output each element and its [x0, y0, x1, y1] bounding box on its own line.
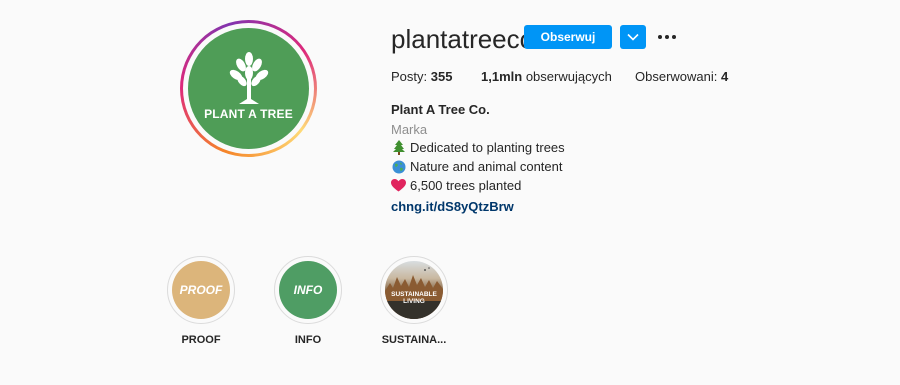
globe-icon: [391, 159, 406, 174]
forest-image-icon: [385, 267, 443, 319]
following-label: Obserwowani:: [635, 69, 718, 84]
highlight-cover-text: SUSTAINABLE LIVING: [391, 291, 437, 305]
bio-line-text: 6,500 trees planted: [410, 178, 522, 193]
posts-label: Posty:: [391, 69, 428, 84]
highlight-label: SUSTAINA...: [381, 334, 447, 346]
profile-category: Marka: [391, 122, 428, 137]
profile-avatar-ring[interactable]: PLANT A TREE: [180, 20, 317, 157]
suggested-accounts-dropdown-button[interactable]: [620, 25, 646, 49]
bio-line: Dedicated to planting trees: [391, 140, 565, 155]
dot: [658, 35, 662, 39]
bio-line: 6,500 trees planted: [391, 178, 521, 193]
posts-value: 355: [430, 69, 453, 84]
bio-line: Nature and animal content: [391, 159, 562, 174]
bio-line-text: Nature and animal content: [410, 159, 563, 174]
dot: [672, 35, 676, 39]
follow-button[interactable]: Obserwuj: [524, 25, 612, 49]
posts-count: Posty: 355: [391, 69, 452, 84]
highlight-label: INFO: [294, 334, 322, 346]
highlight-label: PROOF: [181, 334, 221, 346]
highlight-proof[interactable]: PROOF PROOF: [166, 256, 236, 346]
profile-full-name: Plant A Tree Co.: [391, 102, 490, 117]
tree-logo-icon: [229, 51, 268, 104]
highlight-info[interactable]: INFO INFO: [273, 256, 343, 346]
more-options-icon[interactable]: [656, 28, 678, 46]
followers-value: 1,1mln: [481, 69, 523, 84]
highlight-cover: SUSTAINABLE LIVING: [385, 261, 443, 319]
highlight-cover: INFO: [279, 261, 337, 319]
profile-avatar[interactable]: PLANT A TREE: [188, 28, 309, 149]
followers-count[interactable]: 1,1mln obserwujących: [481, 69, 612, 84]
bio-line-text: Dedicated to planting trees: [410, 140, 565, 155]
highlight-ring: INFO: [274, 256, 342, 324]
highlight-ring: SUSTAINABLE LIVING: [380, 256, 448, 324]
highlight-ring: PROOF: [167, 256, 235, 324]
highlight-cover: PROOF: [172, 261, 230, 319]
bio-external-link[interactable]: chng.it/dS8yQtzBrw: [391, 199, 514, 214]
avatar-brand-text: PLANT A TREE: [204, 106, 293, 121]
profile-username: plantatreeco: [391, 24, 535, 54]
evergreen-tree-icon: [391, 140, 406, 155]
red-heart-icon: [391, 178, 406, 193]
followers-label: obserwujących: [525, 69, 612, 84]
highlight-sustainable[interactable]: SUSTAINABLE LIVING SUSTAINA...: [379, 256, 449, 346]
chevron-down-icon: [627, 33, 639, 41]
following-value: 4: [721, 69, 729, 84]
following-count[interactable]: Obserwowani: 4: [635, 69, 728, 84]
dot: [665, 35, 669, 39]
